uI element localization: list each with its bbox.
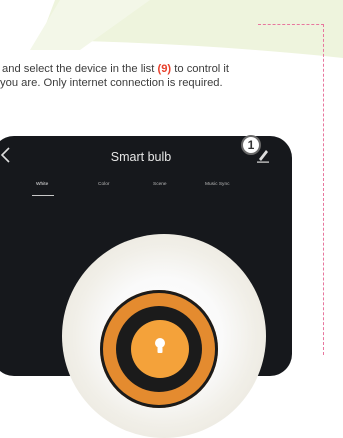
page-title: Smart bulb [110, 150, 172, 164]
device-list-reference: (9) [157, 63, 172, 75]
dotted-frame-top [258, 24, 324, 25]
tab-color[interactable]: Color [98, 182, 109, 187]
instruction-line-1: and select the device in the list (9) to… [2, 62, 300, 76]
tab-music-sync[interactable]: Music Sync [205, 182, 230, 187]
instruction-line-1-prefix: and select the device in the list [2, 63, 158, 75]
tab-scene[interactable]: Scene [153, 182, 167, 187]
instruction-text: and select the device in the list (9) to… [0, 62, 300, 90]
dotted-frame-right [323, 24, 324, 355]
active-tab-indicator [32, 195, 54, 196]
callout-badge: 1 [241, 135, 261, 155]
instruction-line-1-suffix: to control it [171, 63, 229, 75]
instruction-line-2: you are. Only internet connection is req… [0, 77, 223, 89]
lightbulb-icon [155, 338, 165, 353]
tab-white[interactable]: White [36, 182, 48, 187]
